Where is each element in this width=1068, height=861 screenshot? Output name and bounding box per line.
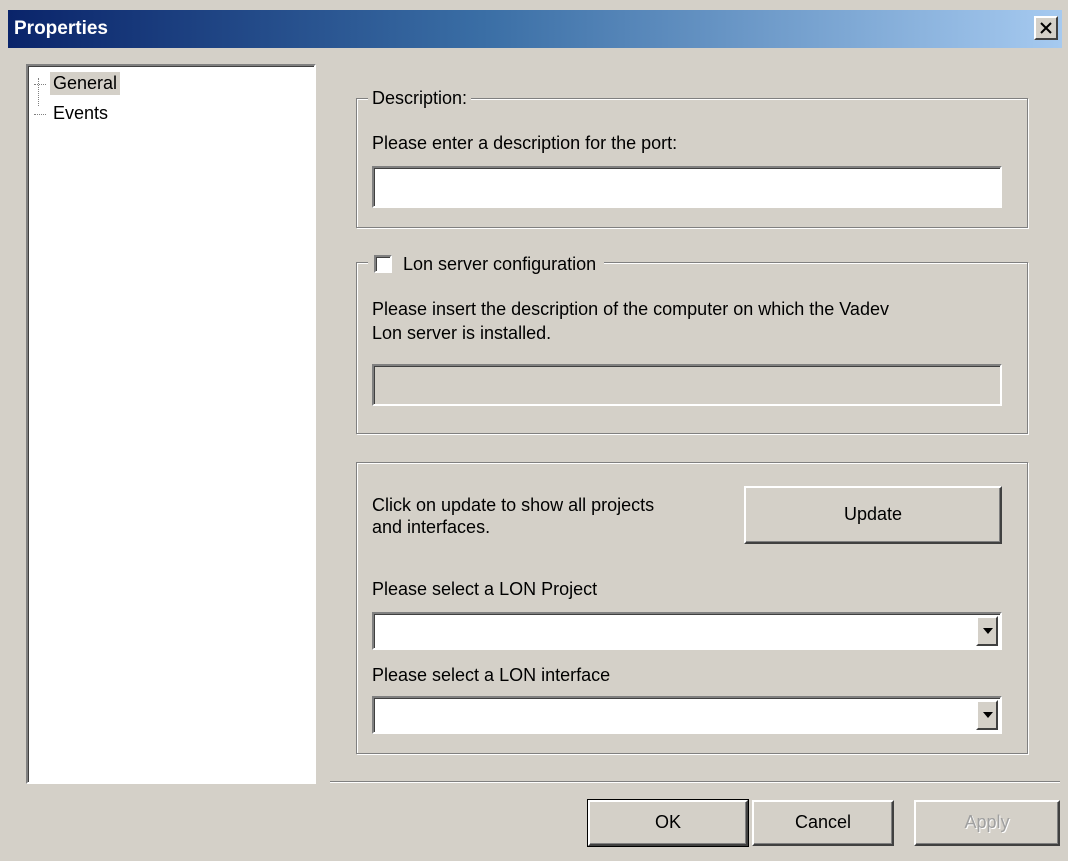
tree-item-label: Events [53,103,109,123]
tree-item-general[interactable]: General [34,72,234,96]
description-legend: Description: [368,88,472,109]
project-select-arrow[interactable] [976,616,998,646]
update-button-label: Update [843,504,903,524]
title-bar[interactable]: Properties [8,10,1062,48]
interface-select-arrow[interactable] [976,700,998,730]
description-input[interactable] [372,166,1002,208]
ok-button[interactable]: OK [587,799,749,847]
cancel-button-label: Cancel [794,812,852,832]
tree-item-label: General [50,72,121,95]
description-group [356,98,1028,228]
footer-separator [330,781,1060,783]
lon-server-input[interactable] [372,364,1002,406]
interface-select[interactable] [372,696,1002,734]
window-title: Properties [14,18,108,39]
chevron-down-icon [983,712,993,718]
navigation-tree[interactable]: General Events [26,64,316,784]
project-label: Please select a LON Project [372,579,598,599]
update-hint-line2: and interfaces. [372,517,491,537]
apply-button[interactable]: Apply [914,800,1060,846]
chevron-down-icon [983,628,993,634]
tree-branch [34,84,46,85]
close-button[interactable] [1034,16,1058,40]
lon-server-legend: Lon server configuration [368,252,605,275]
lon-server-checkbox[interactable] [374,255,392,273]
update-hint-line1: Click on update to show all projects [372,495,655,515]
project-select[interactable] [372,612,1002,650]
lon-server-prompt-line2: Lon server is installed. [372,323,552,343]
lon-server-checkbox-label[interactable]: Lon server configuration [403,254,596,274]
ok-button-label: OK [654,812,681,832]
interface-label: Please select a LON interface [372,665,611,685]
cancel-button[interactable]: Cancel [752,800,894,846]
description-prompt: Please enter a description for the port: [372,133,678,153]
tree-branch [34,114,46,115]
lon-server-group [356,262,1028,434]
apply-button-label: Apply [964,812,1010,832]
tree-item-events[interactable]: Events [34,102,234,126]
update-button[interactable]: Update [744,486,1002,544]
properties-dialog: Properties General Events Description: P… [0,0,1068,861]
lon-server-prompt-line1: Please insert the description of the com… [372,299,889,319]
close-icon [1040,22,1052,34]
